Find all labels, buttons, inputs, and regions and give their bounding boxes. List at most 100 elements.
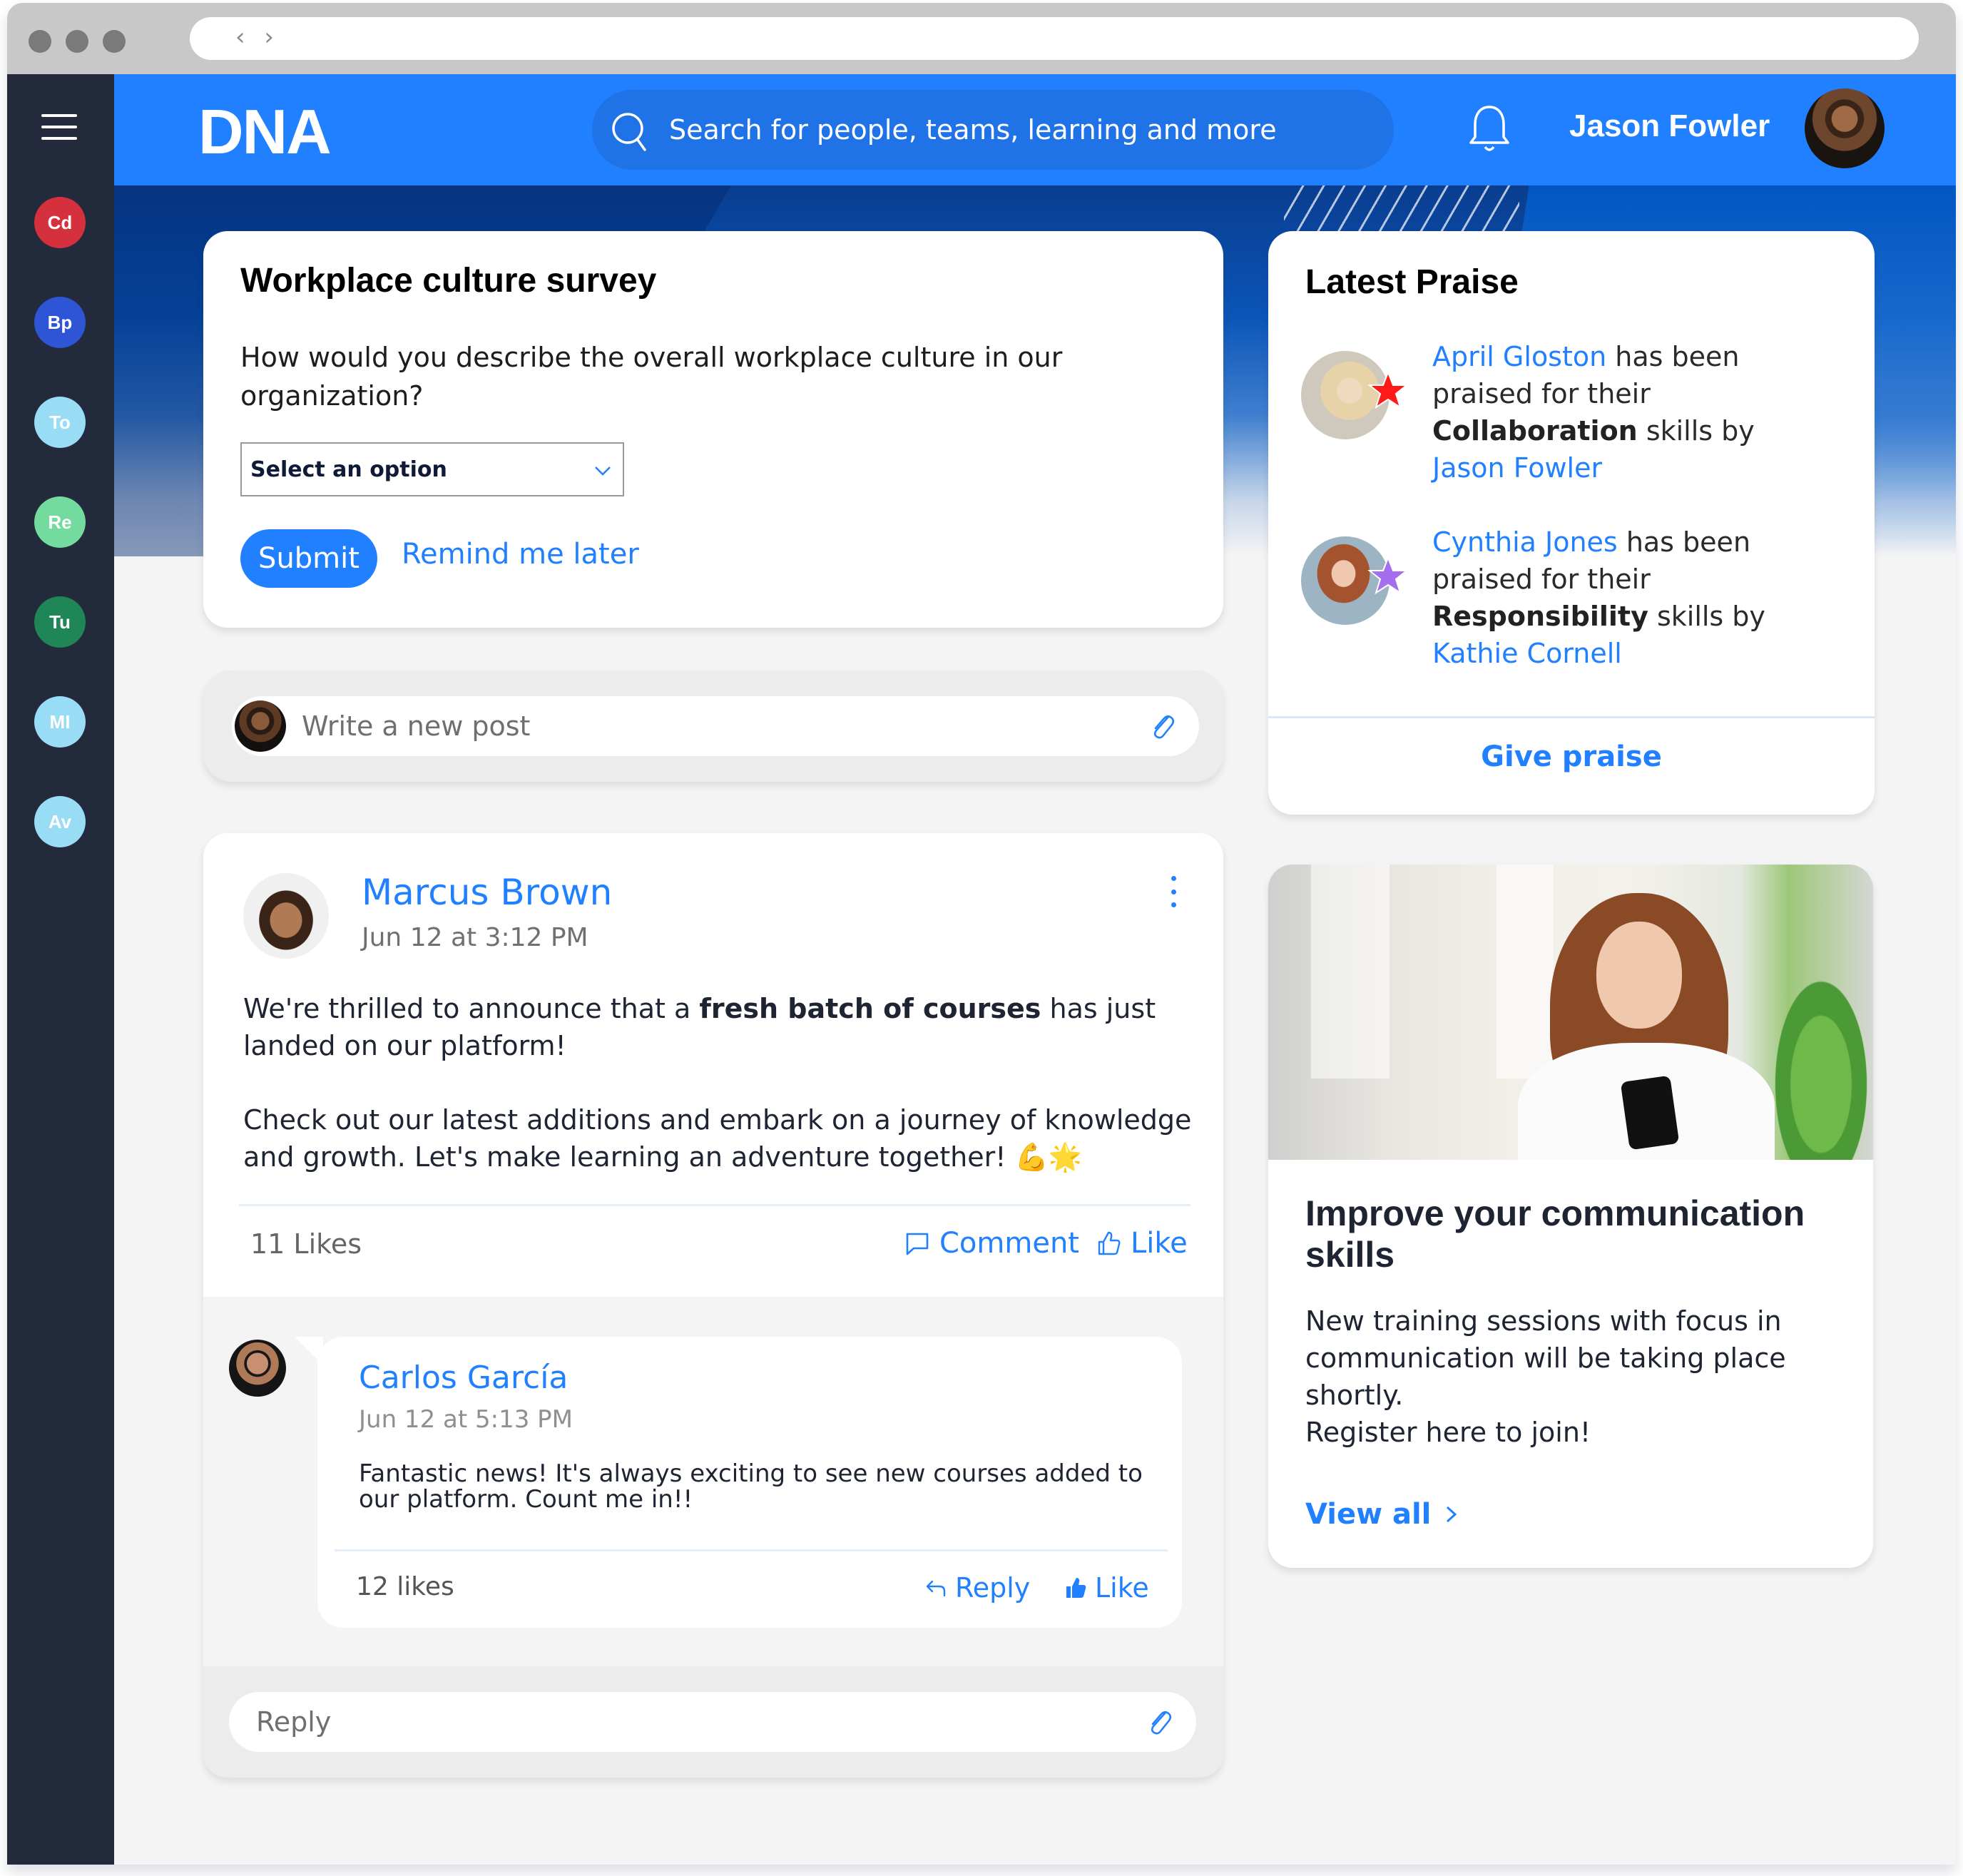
reply-composer [203,1666,1223,1778]
sidebar-item-avatar[interactable]: Bp [34,297,86,348]
feed-post: Marcus Brown Jun 12 at 3:12 PM We're thr… [203,833,1223,1778]
avatar[interactable] [229,1340,286,1397]
comment-timestamp: Jun 12 at 5:13 PM [359,1405,573,1434]
sidebar-item-avatar[interactable]: Cd [34,197,86,248]
praise-skill: Collaboration [1432,415,1638,447]
learning-description: New training sessions with focus in comm… [1305,1303,1847,1451]
image-detail [1620,1075,1680,1151]
more-options-icon[interactable] [1166,876,1181,907]
comment-like-button[interactable]: Like [1064,1572,1149,1604]
like-button[interactable]: Like [1095,1227,1188,1260]
reply-input[interactable] [256,1692,1112,1752]
sidebar-item-avatar[interactable]: Av [34,796,86,847]
current-user-name[interactable]: Jason Fowler [1569,108,1770,144]
praise-recipient-link[interactable]: Cynthia Jones [1432,526,1618,558]
sidebar-item-avatar[interactable]: Tu [34,596,86,648]
image-detail [1768,964,1873,1160]
star-icon [1367,556,1409,595]
latest-praise-card: Latest Praise April Gloston has been pra… [1268,231,1875,815]
back-forward-arrows-icon[interactable]: ‹ › [235,23,280,51]
comment-like-count[interactable]: 12 likes [356,1572,454,1601]
sidebar-item-avatar[interactable]: To [34,397,86,448]
divider [335,1549,1168,1551]
image-detail [1596,922,1682,1029]
learning-card-image[interactable] [1268,865,1873,1160]
give-praise-button[interactable]: Give praise [1268,740,1875,773]
praise-skill: Responsibility [1432,601,1648,632]
learning-card: Improve your communication skills New tr… [1268,865,1873,1568]
sidebar: Cd Bp To Re Tu MI Av [7,74,114,1865]
praise-giver-link[interactable]: Jason Fowler [1432,452,1602,484]
top-header: DNA Jason Fowler [114,74,1956,185]
remind-me-later-link[interactable]: Remind me later [402,538,639,571]
post-text: We're thrilled to announce that a [243,993,700,1024]
submit-button[interactable]: Submit [240,529,377,588]
sidebar-item-avatar[interactable]: MI [34,696,86,748]
comment-text: Fantastic news! It's always exciting to … [359,1459,1143,1514]
image-detail [1497,865,1554,1079]
view-all-link[interactable]: View all [1305,1498,1459,1531]
chevron-right-icon [1447,1506,1457,1523]
survey-card: Workplace culture survey How would you d… [203,231,1223,628]
search-input[interactable] [669,90,1368,170]
browser-chrome: ‹ › [7,3,1956,74]
avatar[interactable] [243,873,329,959]
paperclip-icon[interactable] [1146,710,1178,742]
window-control-dot[interactable] [103,30,126,53]
hero-stripes [1284,185,1519,235]
survey-question: How would you describe the overall workp… [240,342,1063,412]
survey-answer-select[interactable]: Select an option [240,442,624,496]
description-line: New training sessions with focus in comm… [1305,1305,1786,1411]
like-label: Like [1131,1227,1188,1260]
app-logo[interactable]: DNA [198,96,332,168]
image-detail [1311,865,1390,1079]
post-paragraph: We're thrilled to announce that a fresh … [243,990,1192,1064]
praise-text-part: skills by [1648,601,1765,632]
reply-label: Reply [955,1572,1031,1604]
reply-button[interactable]: Reply [924,1572,1030,1604]
sidebar-item-initials: Tu [49,611,71,633]
thumbs-up-filled-icon [1066,1578,1086,1598]
current-user-avatar[interactable] [1805,88,1885,168]
divider [1268,716,1875,718]
post-timestamp: Jun 12 at 3:12 PM [362,923,588,952]
comment-author[interactable]: Carlos García [359,1360,568,1396]
praise-text: Cynthia Jones has been praised for their… [1432,524,1817,672]
post-text-bold: fresh batch of courses [699,993,1041,1024]
praise-giver-link[interactable]: Kathie Cornell [1432,638,1622,669]
post-like-count[interactable]: 11 Likes [250,1228,362,1260]
sidebar-item-initials: Cd [47,211,73,233]
select-value: Select an option [250,457,447,482]
star-icon [1367,370,1409,409]
address-bar[interactable]: ‹ › [190,17,1919,60]
new-post-input[interactable] [302,696,1129,756]
composer-field[interactable] [232,696,1199,756]
sidebar-item-initials: MI [49,710,71,733]
reply-field[interactable] [229,1692,1196,1752]
avatar [235,700,286,752]
post-main: Marcus Brown Jun 12 at 3:12 PM We're thr… [203,833,1223,1297]
post-author[interactable]: Marcus Brown [362,872,612,913]
praise-recipient-link[interactable]: April Gloston [1432,341,1606,372]
chevron-down-icon [595,467,611,476]
window-control-dot[interactable] [29,30,51,53]
sidebar-item-initials: Av [48,810,72,832]
praise-text-part: skills by [1637,415,1755,447]
description-line: Register here to join! [1305,1417,1591,1448]
divider [239,1204,1190,1206]
sidebar-item-initials: Re [48,511,72,533]
thumbs-up-icon [1098,1231,1121,1255]
paperclip-icon[interactable] [1143,1706,1175,1738]
view-all-label: View all [1305,1498,1432,1531]
praise-title: Latest Praise [1305,263,1519,301]
learning-title: Improve your communication skills [1305,1193,1805,1275]
post-body: We're thrilled to announce that a fresh … [243,990,1192,1176]
comment-button[interactable]: Comment [904,1227,1079,1260]
search-bar[interactable] [592,90,1394,170]
sidebar-item-avatar[interactable]: Re [34,496,86,548]
window-control-dot[interactable] [66,30,88,53]
bell-icon[interactable] [1467,103,1512,154]
hamburger-icon[interactable] [41,114,77,140]
praise-text: April Gloston has been praised for their… [1432,338,1817,486]
like-label: Like [1095,1572,1149,1604]
